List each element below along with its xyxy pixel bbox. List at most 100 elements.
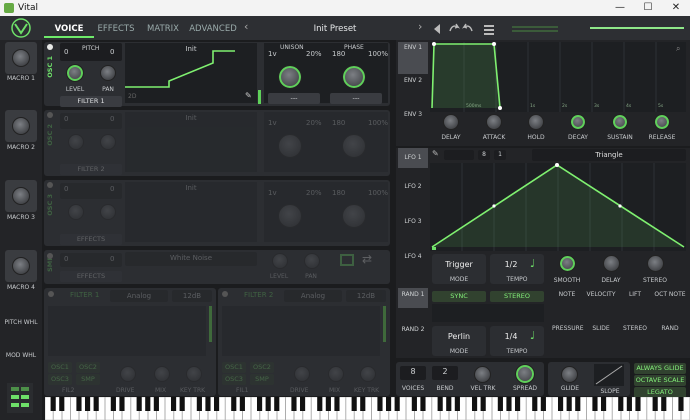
osc3-phase-random[interactable]: 100% <box>368 189 388 197</box>
tab-env3[interactable]: ENV 3 <box>398 98 428 131</box>
preset-prev-button[interactable]: ‹ <box>244 20 248 33</box>
black-key[interactable] <box>205 397 211 411</box>
black-key[interactable] <box>213 397 220 411</box>
osc2-phase-value[interactable]: 180 <box>332 119 345 127</box>
filter2-source-osc2[interactable]: OSC2 <box>250 362 274 373</box>
black-key[interactable] <box>110 397 116 411</box>
black-key[interactable] <box>231 397 237 411</box>
osc1-phase-select[interactable]: --- <box>330 93 382 104</box>
black-key[interactable] <box>325 397 331 411</box>
tab-lfo4[interactable]: LFO 4 <box>398 240 428 273</box>
sample-pitch-octave[interactable]: 0 <box>64 253 68 265</box>
filter2-drive-knob[interactable] <box>294 366 310 382</box>
filter2-mix-knob[interactable] <box>328 366 344 382</box>
osc2-pitch-field[interactable]: 00 <box>60 113 122 129</box>
black-key[interactable] <box>394 397 400 411</box>
black-key[interactable] <box>317 397 323 411</box>
osc3-unison-knob[interactable] <box>278 204 302 228</box>
mod-source-velocity[interactable]: VELOCITY <box>586 291 616 298</box>
mod-source-pressure[interactable]: PRESSURE <box>552 325 584 332</box>
filter2-source-osc1[interactable]: OSC1 <box>222 362 246 373</box>
osc3-unison-detune[interactable]: 20% <box>306 189 322 197</box>
black-key[interactable] <box>145 397 151 411</box>
black-key[interactable] <box>635 397 641 411</box>
black-key[interactable] <box>179 397 185 411</box>
rand-sync-button[interactable]: SYNC <box>432 291 486 302</box>
filter2-power-toggle[interactable] <box>222 291 228 297</box>
filter1-source-osc1[interactable]: OSC1 <box>48 362 72 373</box>
osc2-level-knob[interactable] <box>68 134 84 150</box>
black-key[interactable] <box>119 397 125 411</box>
black-key[interactable] <box>351 397 357 411</box>
macro-2-knob[interactable] <box>12 117 30 135</box>
osc2-unison-knob[interactable] <box>278 134 302 158</box>
filter2-cutoff-slider[interactable] <box>383 306 386 342</box>
black-key[interactable] <box>575 397 581 411</box>
black-key[interactable] <box>661 397 667 411</box>
envelope-zoom-icon[interactable]: ⌕ <box>676 44 680 54</box>
osc3-level-knob[interactable] <box>68 204 84 220</box>
osc2-phase-knob[interactable] <box>342 134 366 158</box>
osc2-destination-select[interactable]: FILTER 2 <box>60 164 122 175</box>
always-glide-toggle[interactable]: ALWAYS GLIDE <box>634 363 686 374</box>
black-key[interactable] <box>480 397 486 411</box>
black-key[interactable] <box>437 397 443 411</box>
rand-tempo-value[interactable]: 1/4 <box>496 332 526 341</box>
glide-knob[interactable] <box>561 366 578 383</box>
osc2-pitch-octave[interactable]: 0 <box>64 113 68 125</box>
osc1-edit-icon[interactable]: ✎ <box>245 91 252 100</box>
tab-effects[interactable]: EFFECTS <box>94 20 138 38</box>
osc3-wavetable-name[interactable]: Init <box>125 184 257 192</box>
filter1-source-osc3[interactable]: OSC3 <box>48 374 72 385</box>
osc3-unison-voices[interactable]: 1v <box>268 189 277 197</box>
black-key[interactable] <box>50 397 56 411</box>
filter1-source-osc2[interactable]: OSC2 <box>76 362 100 373</box>
filter2-response-display[interactable] <box>222 306 380 356</box>
lfo-shape-select[interactable]: Triangle <box>532 149 686 161</box>
osc3-power-toggle[interactable] <box>47 182 53 188</box>
envelope-graph[interactable]: ⌕ 500ms 1s 2s 3s 4s 5s <box>430 42 686 112</box>
filter2-source-osc3[interactable]: OSC3 <box>222 374 246 385</box>
mod-source-oct-note[interactable]: OCT NOTE <box>654 291 686 298</box>
black-key[interactable] <box>196 397 202 411</box>
sample-power-toggle[interactable] <box>47 253 53 259</box>
piano-keys[interactable] <box>45 397 690 420</box>
rand-stereo-button[interactable]: STEREO <box>490 291 544 302</box>
osc3-pitch-octave[interactable]: 0 <box>64 183 68 195</box>
black-key[interactable] <box>446 397 452 411</box>
lfo-stereo-knob[interactable] <box>647 255 664 272</box>
lfo-grid-y[interactable]: 1 <box>494 150 506 160</box>
env-delay-knob[interactable] <box>443 114 459 130</box>
black-key[interactable] <box>334 397 340 411</box>
osc3-phase-knob[interactable] <box>342 204 366 228</box>
osc2-wavetable-name[interactable]: Init <box>125 114 257 122</box>
rand-mode-box[interactable]: Perlin MODE <box>432 326 486 356</box>
tab-lfo2[interactable]: LFO 2 <box>398 170 428 203</box>
black-key[interactable] <box>566 397 572 411</box>
mod-wheel-label[interactable]: MOD WHL <box>0 352 42 359</box>
black-key[interactable] <box>506 397 512 411</box>
osc1-wavetable-display[interactable]: Init 2D ✎ <box>125 43 257 103</box>
black-key[interactable] <box>170 397 177 411</box>
black-key[interactable] <box>532 397 538 411</box>
osc3-pan-knob[interactable] <box>100 204 116 220</box>
osc1-pitch-octave[interactable]: 0 <box>64 46 68 58</box>
pitch-wheel-label[interactable]: PITCH WHL <box>0 319 42 326</box>
mod-source-rand[interactable]: RAND <box>654 325 686 332</box>
rand-note-icon[interactable]: ♩ <box>530 329 535 342</box>
black-key[interactable] <box>626 397 632 411</box>
keyboard-octave-indicator[interactable] <box>7 383 33 413</box>
osc1-phase-value[interactable]: 180 <box>332 50 345 58</box>
osc2-phase-random[interactable]: 100% <box>368 119 388 127</box>
lfo-tempo-box[interactable]: 1/2 ♩ TEMPO <box>490 254 544 284</box>
filter1-response-display[interactable] <box>48 306 206 356</box>
bend-field[interactable]: 2 <box>432 366 458 380</box>
mod-source-note[interactable]: NOTE <box>552 291 582 298</box>
tab-voice[interactable]: VOICE <box>44 20 94 38</box>
mod-source-lift[interactable]: LIFT <box>620 291 650 298</box>
black-key[interactable] <box>557 397 564 411</box>
black-key[interactable] <box>299 397 306 411</box>
tab-rand2[interactable]: RAND 2 <box>398 313 428 346</box>
rand-tempo-box[interactable]: 1/4 ♩ TEMPO <box>490 326 544 356</box>
black-key[interactable] <box>84 397 91 411</box>
